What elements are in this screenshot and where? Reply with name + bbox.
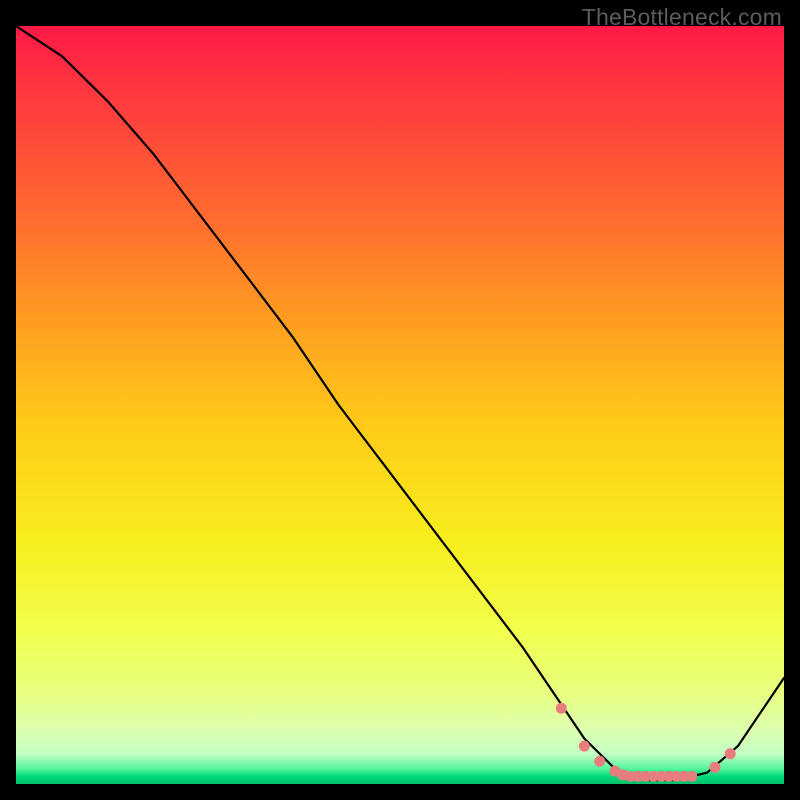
line-series-curve (16, 26, 784, 780)
marker-dot (579, 741, 590, 752)
marker-dot (556, 703, 567, 714)
marker-dot (725, 748, 736, 759)
chart-frame (16, 26, 784, 784)
marker-dot (594, 756, 605, 767)
marker-dot (709, 762, 720, 773)
chart-svg (16, 26, 784, 784)
marker-dot (686, 771, 697, 782)
